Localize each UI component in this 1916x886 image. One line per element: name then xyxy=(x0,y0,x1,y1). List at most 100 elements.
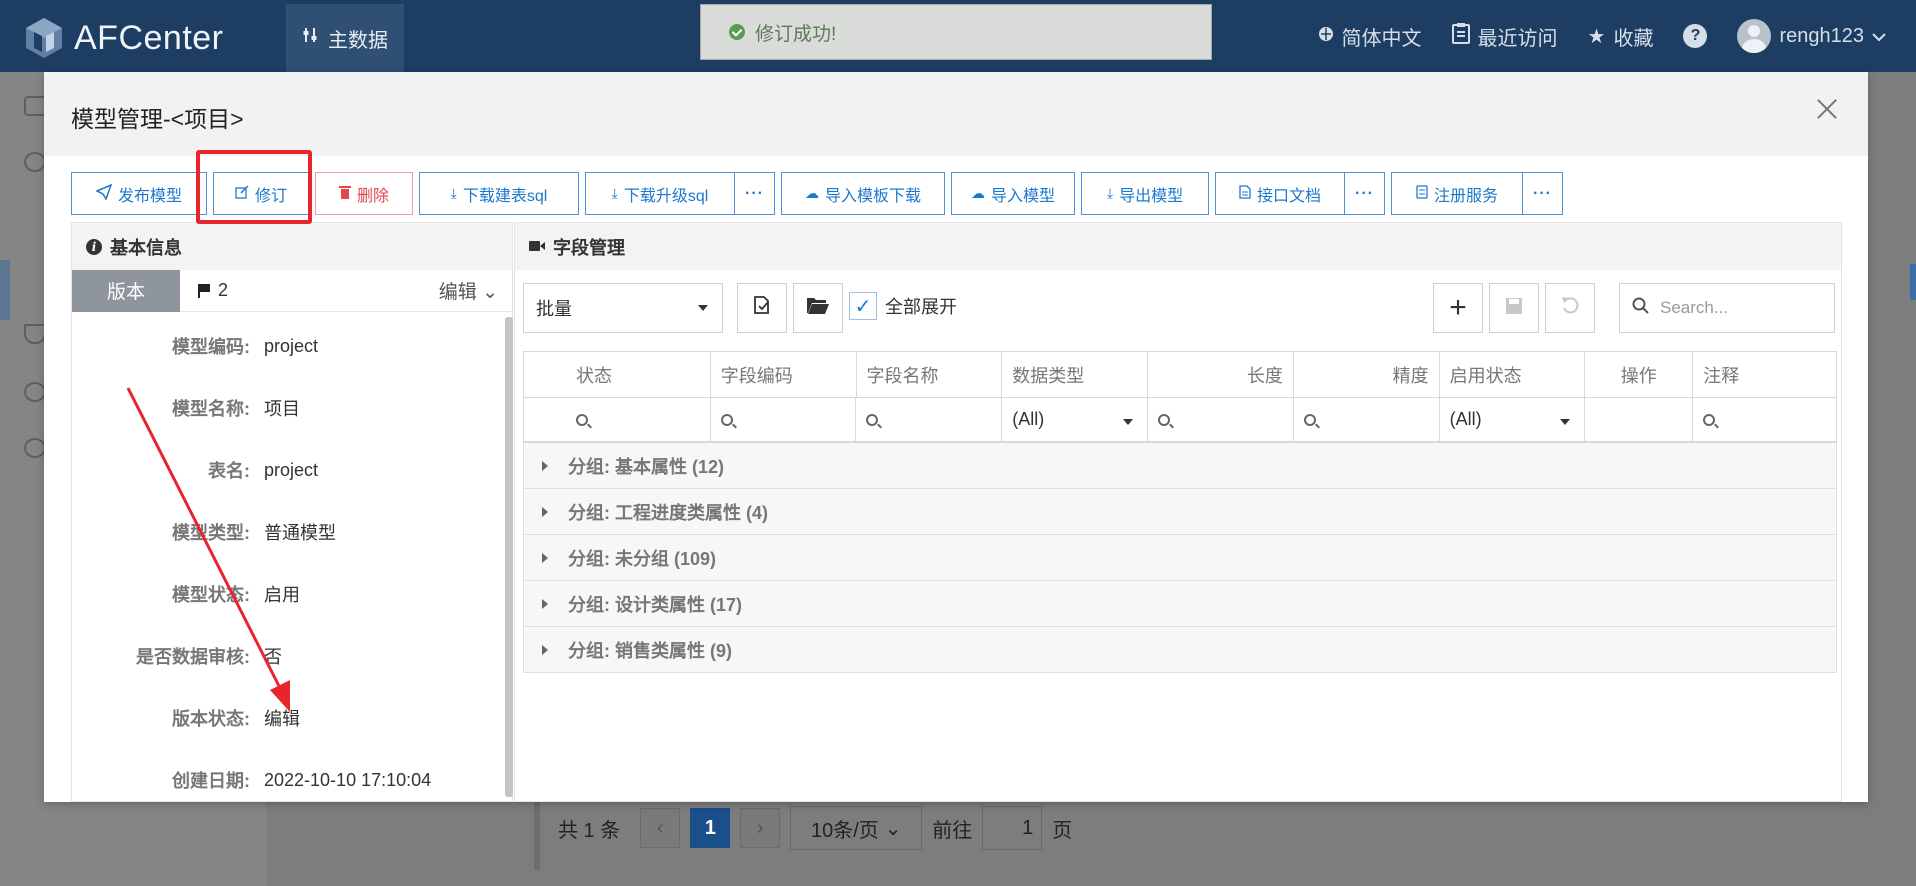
column-field-name[interactable]: 字段名称 xyxy=(857,352,1003,397)
column-data-type[interactable]: 数据类型 xyxy=(1002,352,1149,397)
group-row[interactable]: 分组: 未分组 (109) xyxy=(523,535,1837,581)
star-icon: ★ xyxy=(1587,25,1606,48)
import-model-button[interactable]: ☁ 导入模型 xyxy=(951,172,1075,215)
undo-button[interactable] xyxy=(1545,283,1595,333)
annotation-highlight-box xyxy=(196,150,312,224)
download-create-sql-button[interactable]: ⤓ 下载建表sql xyxy=(419,172,579,215)
caret-right-icon xyxy=(542,552,548,563)
filter-field-name[interactable] xyxy=(856,398,1003,441)
import-model-label: 导入模型 xyxy=(990,187,1055,205)
save-button[interactable] xyxy=(1489,283,1539,333)
service-more-button[interactable]: ··· xyxy=(1523,172,1563,215)
sidebar-active-marker xyxy=(0,260,10,320)
filter-enabled-status[interactable]: (All) xyxy=(1440,398,1586,441)
app-logo[interactable]: AFCenter xyxy=(24,16,224,60)
field-search-box[interactable]: Search... xyxy=(1619,283,1835,333)
filter-comment[interactable] xyxy=(1693,398,1836,441)
group-row[interactable]: 分组: 设计类属性 (17) xyxy=(523,581,1837,627)
help-button[interactable]: ? xyxy=(1683,24,1708,48)
basic-info-header: i 基本信息 xyxy=(72,223,512,270)
camera-icon xyxy=(529,236,545,257)
info-label: 模型类型: xyxy=(172,523,250,543)
favorites[interactable]: ★ 收藏 xyxy=(1588,22,1654,51)
nav-master-data[interactable]: 主数据 xyxy=(286,4,404,72)
register-service-button[interactable]: 注册服务 xyxy=(1391,172,1523,215)
goto-page-input[interactable]: 1 xyxy=(982,806,1043,850)
trash-icon xyxy=(338,185,351,202)
export-model-button[interactable]: ⤓ 导出模型 xyxy=(1081,172,1209,215)
expand-all-checkbox[interactable]: ✓ 全部展开 xyxy=(849,292,957,320)
user-menu[interactable]: rengh123 xyxy=(1737,19,1886,53)
language-switch[interactable]: 简体中文 xyxy=(1318,22,1422,51)
import-template-download-button[interactable]: ☁ 导入模板下载 xyxy=(781,172,945,215)
filter-length[interactable] xyxy=(1148,398,1294,441)
sql-more-button[interactable]: ··· xyxy=(735,172,775,215)
current-page[interactable]: 1 xyxy=(690,808,731,848)
info-row: 是否数据审核: 否 xyxy=(72,625,502,687)
info-label: 模型编码: xyxy=(172,337,250,357)
filter-precision[interactable] xyxy=(1294,398,1440,441)
group-row[interactable]: 分组: 销售类属性 (9) xyxy=(523,627,1837,673)
checkmark-icon: ✓ xyxy=(849,292,877,320)
batch-select[interactable]: 批量 xyxy=(523,283,723,333)
document-icon xyxy=(1239,185,1251,202)
recent-visits[interactable]: 最近访问 xyxy=(1451,22,1558,51)
basic-info-panel: i 基本信息 版本 2 编辑 ⌄ 模型编码: project 模型名称: 项目 表名… xyxy=(71,222,513,802)
filter-status[interactable] xyxy=(524,398,711,441)
download-create-sql-label: 下载建表sql xyxy=(462,187,548,205)
download-icon: ⤓ xyxy=(1106,185,1114,201)
search-icon xyxy=(1703,413,1716,426)
caret-right-icon xyxy=(542,506,548,517)
nav-master-data-label: 主数据 xyxy=(328,29,388,52)
search-input[interactable]: Search... xyxy=(1660,298,1728,318)
search-icon xyxy=(720,413,733,426)
info-value: 普通模型 xyxy=(264,523,336,543)
info-row: 模型编码: project xyxy=(72,315,502,377)
download-upgrade-sql-button[interactable]: ⤓ 下载升级sql xyxy=(585,172,735,215)
help-icon: ? xyxy=(1683,24,1708,48)
basic-info-fields: 模型编码: project 模型名称: 项目 表名: project 模型类型: 普通模… xyxy=(72,315,502,802)
delete-label: 删除 xyxy=(356,187,389,205)
open-folder-button[interactable] xyxy=(793,283,843,333)
column-comment[interactable]: 注释 xyxy=(1693,352,1836,397)
column-precision[interactable]: 精度 xyxy=(1294,352,1440,397)
cloud-upload-icon: ☁ xyxy=(804,185,819,201)
background-accent-bar xyxy=(1910,264,1916,300)
column-actions[interactable]: 操作 xyxy=(1585,352,1694,397)
basic-info-scrollbar[interactable] xyxy=(505,317,513,797)
caret-down-icon xyxy=(1123,419,1134,425)
column-status[interactable]: 状态 xyxy=(524,352,711,397)
publish-model-button[interactable]: 发布模型 xyxy=(71,172,207,215)
import-template-label: 导入模板下载 xyxy=(824,187,921,205)
filter-field-code[interactable] xyxy=(711,398,857,441)
dialog-title: 模型管理-<项目> xyxy=(71,106,244,132)
caret-right-icon xyxy=(542,460,548,471)
next-page-button[interactable]: › xyxy=(740,808,781,848)
group-row[interactable]: 分组: 工程进度类属性 (4) xyxy=(523,489,1837,535)
version-tab[interactable]: 版本 xyxy=(72,269,180,312)
filter-data-type[interactable]: (All) xyxy=(1002,398,1149,441)
toast-message: 修订成功! xyxy=(755,23,837,45)
goto-prefix: 前往 xyxy=(932,819,973,842)
info-value: 项目 xyxy=(264,399,300,419)
version-edit-label: 编辑 xyxy=(438,282,477,303)
pagination-total: 共 1 条 xyxy=(558,819,621,842)
column-enabled-status[interactable]: 启用状态 xyxy=(1440,352,1586,397)
prev-page-button[interactable]: ‹ xyxy=(640,808,681,848)
column-field-code[interactable]: 字段编码 xyxy=(711,352,857,397)
column-length[interactable]: 长度 xyxy=(1148,352,1294,397)
version-edit-dropdown[interactable]: 编辑 ⌄ xyxy=(439,277,498,304)
doc-more-button[interactable]: ··· xyxy=(1345,172,1385,215)
batch-edit-button[interactable] xyxy=(737,283,787,333)
caret-right-icon xyxy=(542,598,548,609)
group-row[interactable]: 分组: 基本属性 (12) xyxy=(523,443,1837,489)
security-icon xyxy=(24,438,46,458)
close-icon[interactable] xyxy=(1812,94,1842,124)
search-icon xyxy=(1632,297,1650,320)
chevron-down-icon xyxy=(1872,25,1886,48)
delete-button[interactable]: 删除 xyxy=(315,172,413,215)
chevron-down-icon: ⌄ xyxy=(884,817,902,840)
api-doc-button[interactable]: 接口文档 xyxy=(1215,172,1345,215)
page-size-select[interactable]: 10条/页 ⌄ xyxy=(790,806,923,850)
add-field-button[interactable]: + xyxy=(1433,283,1483,333)
